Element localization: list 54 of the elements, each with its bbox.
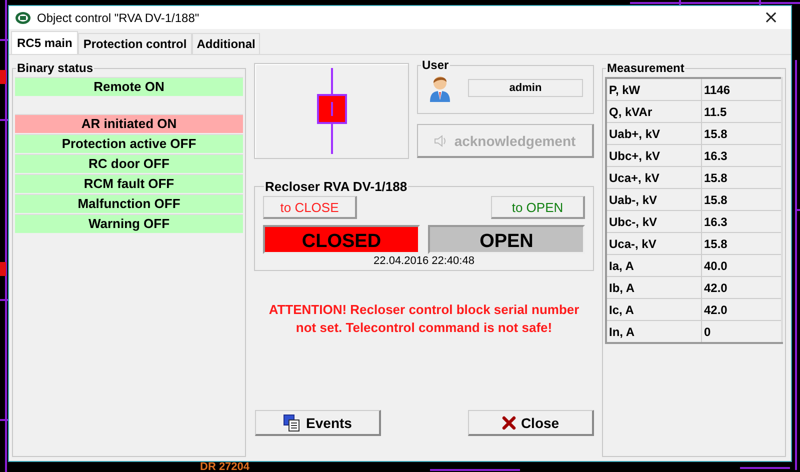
- user-name-field: admin: [468, 79, 583, 97]
- status-indicator: Remote ON: [15, 77, 243, 96]
- close-button[interactable]: ×: [751, 6, 791, 29]
- status-indicator: Warning OFF: [15, 214, 243, 233]
- table-cell: 1146: [702, 78, 782, 100]
- table-cell: P, kW: [606, 78, 702, 100]
- status-indicator: Malfunction OFF: [15, 194, 243, 213]
- table-cell: 16.3: [702, 210, 782, 232]
- tab[interactable]: Protection control: [78, 33, 192, 54]
- warning-message: ATTENTION! Recloser control block serial number not set. Telecontrol command is not safe!: [268, 301, 580, 337]
- cross-icon: [502, 416, 516, 430]
- table-cell: 15.8: [702, 122, 782, 144]
- table-cell: 11.5: [702, 100, 782, 122]
- group-title: Measurement: [606, 61, 686, 75]
- table-cell: Ic, A: [606, 298, 702, 320]
- table-cell: 40.0: [702, 254, 782, 276]
- table-cell: 42.0: [702, 298, 782, 320]
- user-icon: [428, 74, 452, 102]
- status-indicator: AR initiated ON: [15, 114, 243, 133]
- table-cell: Uca+, kV: [606, 166, 702, 188]
- table-cell: Uab-, kV: [606, 188, 702, 210]
- close-dialog-button[interactable]: Close: [468, 410, 594, 436]
- table-cell: 15.8: [702, 188, 782, 210]
- table-cell: 15.8: [702, 232, 782, 254]
- table-cell: Uca-, kV: [606, 232, 702, 254]
- table-cell: 15.8: [702, 166, 782, 188]
- state-indicator: CLOSED: [263, 225, 420, 254]
- status-indicator: Protection active OFF: [15, 134, 243, 153]
- tab[interactable]: RC5 main: [11, 31, 78, 54]
- command-button[interactable]: to OPEN: [491, 196, 585, 219]
- status-indicator: RC door OFF: [15, 154, 243, 173]
- tab[interactable]: Additional: [192, 33, 260, 54]
- events-button[interactable]: Events: [255, 410, 381, 436]
- status-indicator: RCM fault OFF: [15, 174, 243, 193]
- table-cell: Ubc-, kV: [606, 210, 702, 232]
- table-cell: Uab+, kV: [606, 122, 702, 144]
- table-cell: 0: [702, 320, 782, 343]
- schematic-label: DR 27204: [200, 461, 250, 472]
- app-logo-icon: [15, 10, 31, 24]
- group-title: Recloser RVA DV-1/188: [264, 179, 408, 194]
- table-cell: Ia, A: [606, 254, 702, 276]
- timestamp: 22.04.2016 22:40:48: [372, 255, 476, 267]
- table-cell: Ib, A: [606, 276, 702, 298]
- speaker-icon: [434, 134, 446, 146]
- group-title: Binary status: [16, 61, 94, 75]
- table-cell: 16.3: [702, 144, 782, 166]
- table-cell: 42.0: [702, 276, 782, 298]
- document-icon: [283, 414, 302, 432]
- table-cell: In, A: [606, 320, 702, 343]
- window-title: Object control "RVA DV-1/188": [37, 10, 200, 24]
- group-title: User: [421, 58, 450, 72]
- state-indicator: OPEN: [428, 225, 585, 254]
- table-cell: Q, kVAr: [606, 100, 702, 122]
- table-cell: Ubc+, kV: [606, 144, 702, 166]
